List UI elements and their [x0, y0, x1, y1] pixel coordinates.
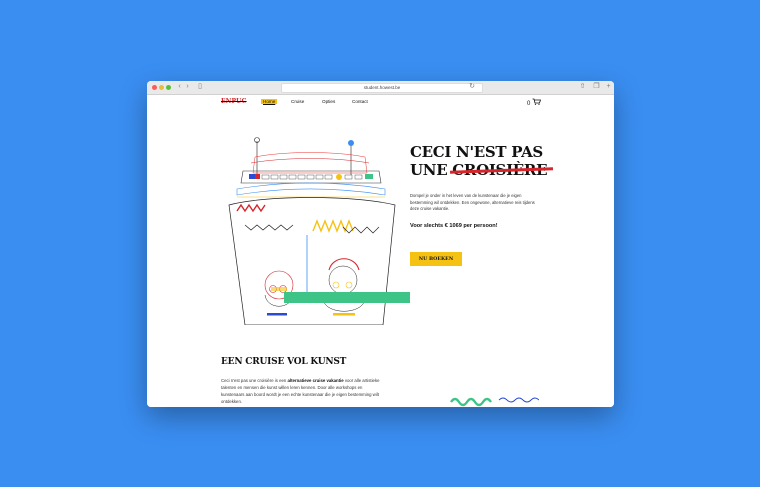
- hero-title: CECI N'EST PAS UNE CROISIÈRE: [410, 143, 550, 179]
- section-text-start: Ceci n'est pas une croisière is een: [221, 378, 287, 383]
- cart-icon: [532, 98, 542, 105]
- tabs-icon[interactable]: ❐: [593, 83, 600, 91]
- site-logo[interactable]: ENPUC: [221, 98, 247, 105]
- close-window-button[interactable]: [152, 85, 157, 90]
- section-text-bold: alternatieve cruise vakantie: [287, 378, 344, 383]
- cart-button[interactable]: 0: [527, 98, 542, 107]
- hero-title-line1: CECI N'EST PAS: [410, 143, 543, 161]
- zoom-window-button[interactable]: [166, 85, 171, 90]
- reload-icon[interactable]: ↻: [469, 83, 475, 91]
- address-bar[interactable]: student.howest.be: [281, 83, 483, 93]
- decorative-waves: [450, 397, 539, 407]
- cart-count: 0: [527, 101, 531, 107]
- back-arrow-icon[interactable]: ‹: [176, 83, 183, 91]
- web-page: ENPUC Home Cruise Opties Contact 0 CECI …: [147, 95, 614, 407]
- nav-contact[interactable]: Contact: [352, 99, 368, 104]
- book-now-button[interactable]: NU BOEKEN: [410, 252, 462, 266]
- hero-description: Dompel je onder in het leven van de kuns…: [410, 193, 535, 211]
- browser-window: ‹ › ▯ ≡ student.howest.be ↻ ⇧ ❐ + ENPUC …: [147, 81, 614, 407]
- nav-opties[interactable]: Opties: [322, 99, 335, 104]
- hero-title-line2: UNE CROISIÈRE: [410, 161, 550, 179]
- browser-toolbar: ‹ › ▯ ≡ student.howest.be ↻ ⇧ ❐ +: [147, 81, 614, 95]
- hero-price: Voor slechts € 1069 per persoon!: [410, 223, 498, 229]
- share-icon[interactable]: ⇧: [579, 83, 586, 91]
- forward-arrow-icon[interactable]: ›: [184, 83, 191, 91]
- sidebar-icon[interactable]: ▯: [196, 83, 204, 91]
- decorative-green-bar: [284, 292, 410, 303]
- nav-cruise[interactable]: Cruise: [291, 99, 304, 104]
- minimize-window-button[interactable]: [159, 85, 164, 90]
- hero-title-struck-word: CROISIÈRE: [452, 161, 548, 179]
- new-tab-icon[interactable]: +: [605, 83, 612, 91]
- section-title: EEN CRUISE VOL KUNST: [221, 357, 347, 367]
- section-text: Ceci n'est pas une croisière is een alte…: [221, 377, 381, 405]
- nav-home[interactable]: Home: [261, 99, 278, 104]
- hero-title-prefix: UNE: [410, 161, 448, 179]
